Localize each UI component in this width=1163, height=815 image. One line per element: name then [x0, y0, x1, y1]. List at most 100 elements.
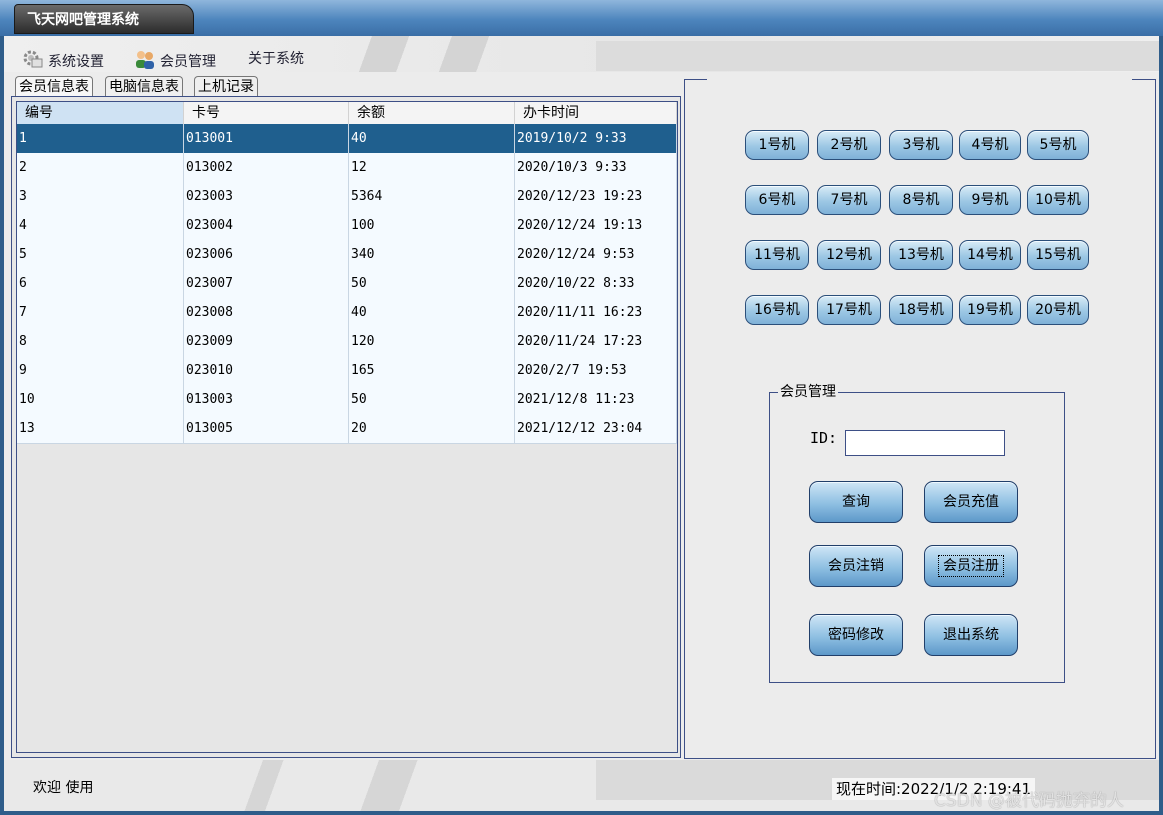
computer-button-19[interactable]: 19号机	[959, 295, 1021, 325]
cell-issue-time: 2020/10/3 9:33	[515, 153, 677, 182]
button-label: 会员充值	[943, 494, 999, 510]
cell-card-no: 023004	[184, 211, 349, 240]
menu-decoration	[424, 36, 504, 72]
menu-item-system-settings[interactable]: 系统设置	[22, 49, 104, 70]
recharge-button[interactable]: 会员充值	[924, 481, 1018, 523]
computer-button-7[interactable]: 7号机	[817, 185, 881, 215]
table-row[interactable]: 3 023003 5364 2020/12/23 19:23	[17, 182, 677, 212]
menu-item-label: 关于系统	[248, 51, 304, 67]
cell-balance: 100	[349, 211, 515, 240]
window-title: 飞天网吧管理系统	[14, 4, 194, 34]
cell-issue-time: 2021/12/12 23:04	[515, 414, 677, 443]
cell-balance: 340	[349, 240, 515, 269]
exit-system-button[interactable]: 退出系统	[924, 614, 1018, 656]
cell-issue-time: 2021/12/8 11:23	[515, 385, 677, 414]
control-panel: 1号机 2号机 3号机 4号机 5号机 6号机 7号机 8号机 9号机 10号机 11号机 12号机 1…	[684, 78, 1156, 759]
cell-balance: 40	[349, 298, 515, 327]
table-row[interactable]: 5 023006 340 2020/12/24 9:53	[17, 240, 677, 270]
menu-item-member-management[interactable]: 会员管理	[134, 49, 216, 70]
computer-button-4[interactable]: 4号机	[959, 130, 1021, 160]
cell-balance: 12	[349, 153, 515, 182]
table-row[interactable]: 8 023009 120 2020/11/24 17:23	[17, 327, 677, 357]
member-table-panel: 编号 卡号 余额 办卡时间 1 013001 40 2019/10/2 9:33 2 01…	[11, 96, 681, 758]
computer-button-16[interactable]: 16号机	[745, 295, 809, 325]
cell-id: 3	[17, 182, 184, 211]
cell-issue-time: 2019/10/2 9:33	[515, 124, 677, 153]
menu-decoration	[344, 36, 424, 72]
cell-balance: 20	[349, 414, 515, 443]
table-row[interactable]: 7 023008 40 2020/11/11 16:23	[17, 298, 677, 328]
computer-button-20[interactable]: 20号机	[1027, 295, 1089, 325]
tab-usage-records[interactable]: 上机记录	[194, 76, 258, 97]
cell-id: 5	[17, 240, 184, 269]
cell-id: 1	[17, 124, 184, 153]
change-password-button[interactable]: 密码修改	[809, 614, 903, 656]
register-member-button[interactable]: 会员注册	[924, 545, 1018, 587]
cell-id: 8	[17, 327, 184, 356]
member-table[interactable]: 编号 卡号 余额 办卡时间 1 013001 40 2019/10/2 9:33 2 01…	[16, 101, 678, 753]
column-header-id[interactable]: 编号	[17, 102, 184, 124]
cell-id: 6	[17, 269, 184, 298]
cell-card-no: 013005	[184, 414, 349, 443]
computer-button-11[interactable]: 11号机	[745, 240, 809, 270]
computer-button-13[interactable]: 13号机	[889, 240, 953, 270]
computer-button-6[interactable]: 6号机	[745, 185, 809, 215]
computer-button-14[interactable]: 14号机	[959, 240, 1021, 270]
table-row[interactable]: 9 023010 165 2020/2/7 19:53	[17, 356, 677, 386]
computer-button-18[interactable]: 18号机	[889, 295, 953, 325]
gear-icon	[22, 49, 44, 75]
status-decoration	[239, 760, 289, 811]
welcome-text: 欢迎 使用	[33, 780, 94, 796]
computer-button-1[interactable]: 1号机	[745, 130, 809, 160]
cell-balance: 40	[349, 124, 515, 153]
button-label: 会员注册	[938, 555, 1004, 577]
computer-button-3[interactable]: 3号机	[889, 130, 953, 160]
cell-issue-time: 2020/10/22 8:33	[515, 269, 677, 298]
table-row[interactable]: 13 013005 20 2021/12/12 23:04	[17, 414, 677, 444]
computer-button-12[interactable]: 12号机	[817, 240, 881, 270]
cell-issue-time: 2020/11/24 17:23	[515, 327, 677, 356]
cell-balance: 50	[349, 269, 515, 298]
table-header: 编号 卡号 余额 办卡时间	[17, 102, 677, 125]
computer-button-5[interactable]: 5号机	[1027, 130, 1089, 160]
button-label: 密码修改	[828, 627, 884, 643]
table-row[interactable]: 1 013001 40 2019/10/2 9:33	[17, 124, 677, 154]
column-header-balance[interactable]: 余额	[349, 102, 515, 124]
cell-card-no: 023007	[184, 269, 349, 298]
cell-balance: 120	[349, 327, 515, 356]
cell-id: 10	[17, 385, 184, 414]
computer-button-8[interactable]: 8号机	[889, 185, 953, 215]
computer-button-2[interactable]: 2号机	[817, 130, 881, 160]
member-management-group: 会员管理 ID: 查询 会员充值 会员注销 会员注册 密码修改 退出系统	[769, 382, 1065, 683]
id-label: ID:	[810, 429, 838, 447]
users-icon	[134, 49, 156, 75]
table-row[interactable]: 2 013002 12 2020/10/3 9:33	[17, 153, 677, 183]
column-header-card-no[interactable]: 卡号	[184, 102, 349, 124]
cell-card-no: 023006	[184, 240, 349, 269]
computer-button-15[interactable]: 15号机	[1027, 240, 1089, 270]
tab-computer-info[interactable]: 电脑信息表	[105, 76, 183, 97]
menu-item-about[interactable]: 关于系统	[248, 49, 304, 69]
computer-button-10[interactable]: 10号机	[1027, 185, 1089, 215]
cell-card-no: 013003	[184, 385, 349, 414]
status-decoration	[334, 760, 444, 811]
table-row[interactable]: 4 023004 100 2020/12/24 19:13	[17, 211, 677, 241]
tab-member-info[interactable]: 会员信息表	[15, 76, 93, 97]
computer-button-17[interactable]: 17号机	[817, 295, 881, 325]
cell-card-no: 023009	[184, 327, 349, 356]
cell-card-no: 023010	[184, 356, 349, 385]
computer-button-9[interactable]: 9号机	[959, 185, 1021, 215]
query-button[interactable]: 查询	[809, 481, 903, 523]
button-label: 会员注销	[828, 558, 884, 574]
cancel-member-button[interactable]: 会员注销	[809, 545, 903, 587]
cell-card-no: 023003	[184, 182, 349, 211]
cell-card-no: 013002	[184, 153, 349, 182]
column-header-issue-time[interactable]: 办卡时间	[515, 102, 677, 124]
id-input[interactable]	[845, 430, 1005, 456]
table-row[interactable]: 10 013003 50 2021/12/8 11:23	[17, 385, 677, 415]
cell-issue-time: 2020/12/24 9:53	[515, 240, 677, 269]
cell-card-no: 023008	[184, 298, 349, 327]
table-row[interactable]: 6 023007 50 2020/10/22 8:33	[17, 269, 677, 299]
button-label: 退出系统	[943, 627, 999, 643]
title-bar: 飞天网吧管理系统	[0, 0, 1163, 36]
